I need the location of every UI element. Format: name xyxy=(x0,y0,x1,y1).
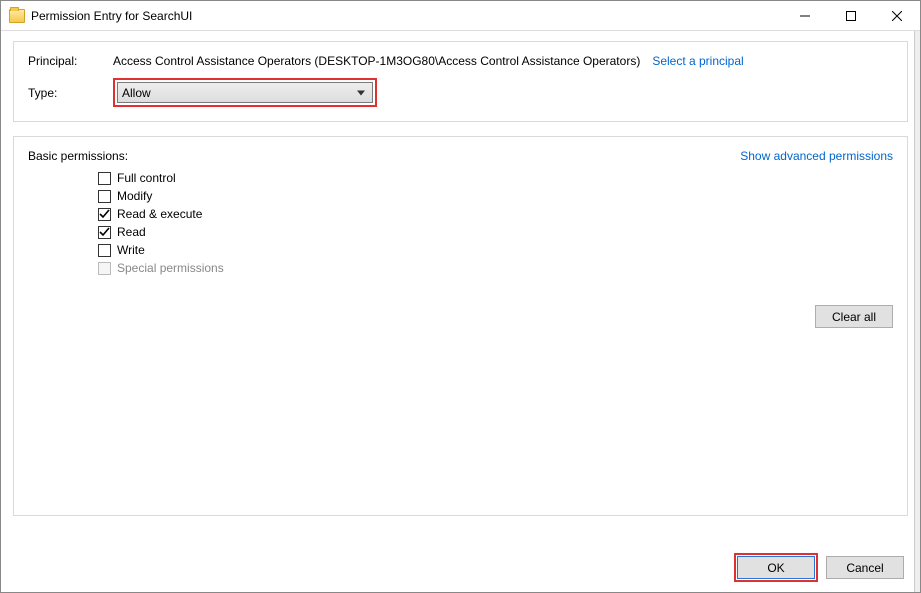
permission-item: Special permissions xyxy=(98,261,893,275)
maximize-button[interactable] xyxy=(828,1,874,30)
type-label: Type: xyxy=(28,86,113,100)
permission-label: Read xyxy=(117,225,146,239)
principal-value: Access Control Assistance Operators (DES… xyxy=(113,54,640,68)
content-area: Principal: Access Control Assistance Ope… xyxy=(1,31,920,516)
permission-label: Special permissions xyxy=(117,261,224,275)
minimize-button[interactable] xyxy=(782,1,828,30)
permissions-group: Basic permissions: Show advanced permiss… xyxy=(13,136,908,516)
type-dropdown[interactable]: Allow xyxy=(117,82,373,103)
permission-item[interactable]: Read & execute xyxy=(98,207,893,221)
basic-permissions-header: Basic permissions: xyxy=(28,149,128,163)
principal-type-group: Principal: Access Control Assistance Ope… xyxy=(13,41,908,122)
permission-label: Read & execute xyxy=(117,207,202,221)
clear-all-button[interactable]: Clear all xyxy=(815,305,893,328)
permission-list: Full control Modify Read & execute Read Writ… xyxy=(98,171,893,275)
permission-item[interactable]: Full control xyxy=(98,171,893,185)
right-edge-strip xyxy=(914,31,920,592)
principal-label: Principal: xyxy=(28,54,113,68)
close-button[interactable] xyxy=(874,1,920,30)
checkbox-icon[interactable] xyxy=(98,190,111,203)
select-principal-link[interactable]: Select a principal xyxy=(652,54,743,68)
folder-icon xyxy=(9,9,25,23)
ok-button[interactable]: OK xyxy=(737,556,815,579)
checkbox-icon[interactable] xyxy=(98,208,111,221)
show-advanced-link[interactable]: Show advanced permissions xyxy=(740,149,893,163)
permission-item[interactable]: Modify xyxy=(98,189,893,203)
cancel-button[interactable]: Cancel xyxy=(826,556,904,579)
titlebar: Permission Entry for SearchUI xyxy=(1,1,920,31)
checkbox-icon[interactable] xyxy=(98,244,111,257)
ok-highlight: OK xyxy=(734,553,818,582)
window-controls xyxy=(782,1,920,30)
type-highlight: Allow xyxy=(113,78,377,107)
checkbox-icon[interactable] xyxy=(98,226,111,239)
dialog-footer: OK Cancel xyxy=(734,553,904,582)
checkbox-icon[interactable] xyxy=(98,172,111,185)
permission-label: Modify xyxy=(117,189,152,203)
permission-label: Write xyxy=(117,243,145,257)
permission-label: Full control xyxy=(117,171,176,185)
checkbox-icon xyxy=(98,262,111,275)
permission-item[interactable]: Write xyxy=(98,243,893,257)
window-title: Permission Entry for SearchUI xyxy=(31,9,782,23)
permission-item[interactable]: Read xyxy=(98,225,893,239)
